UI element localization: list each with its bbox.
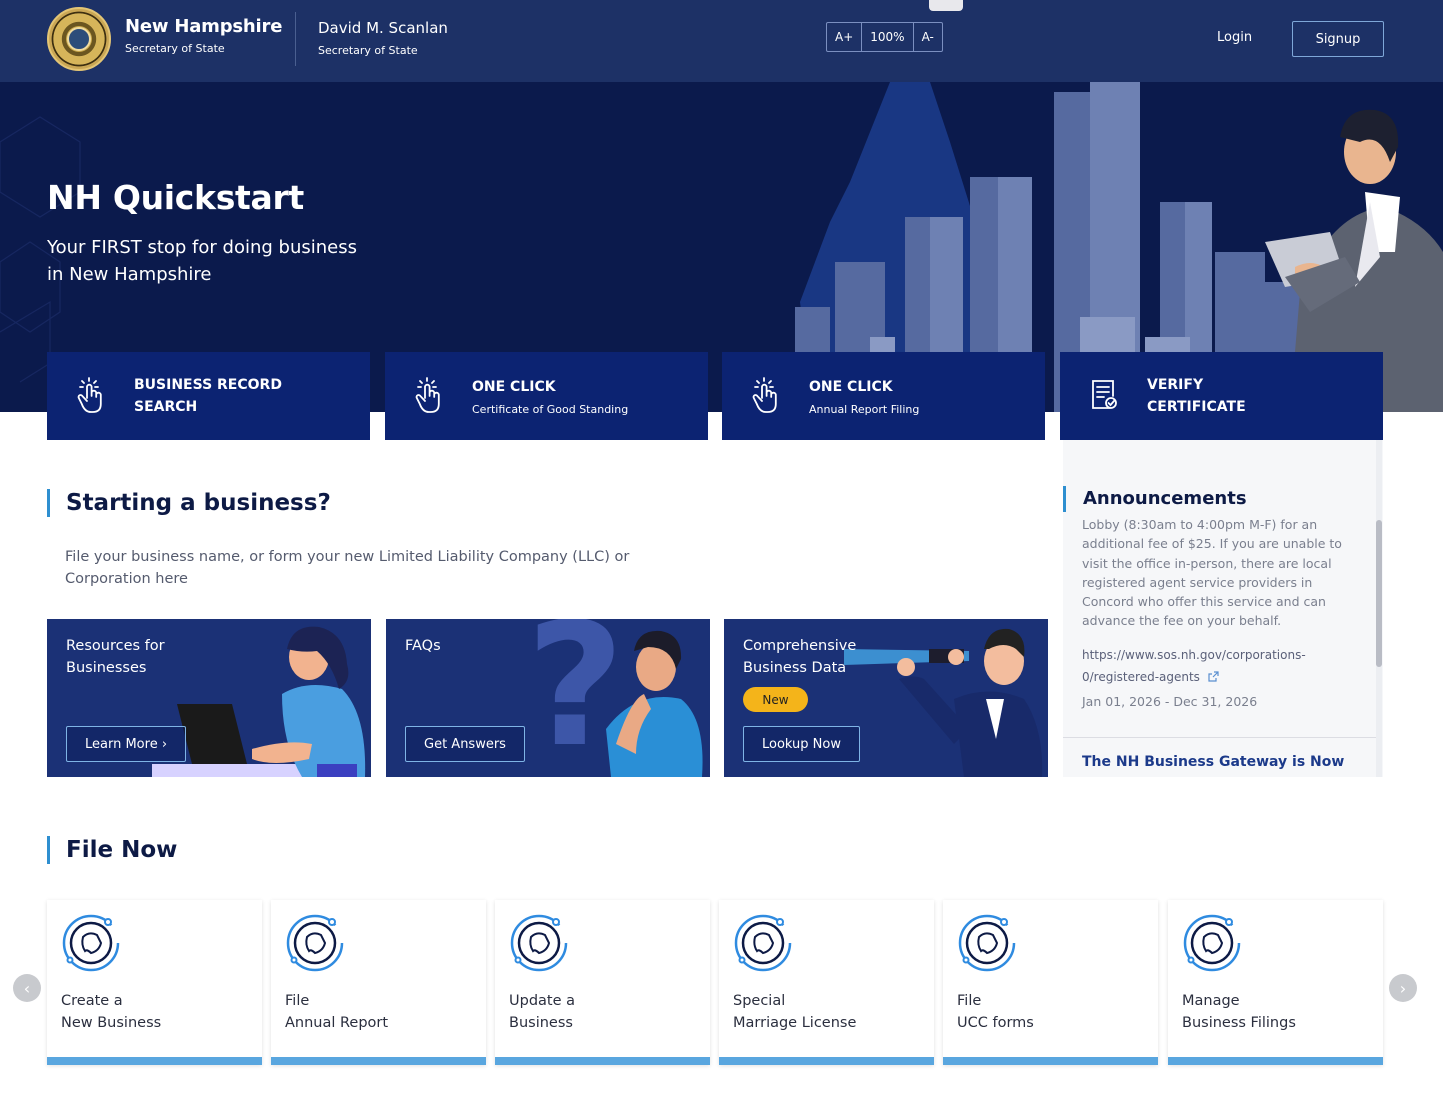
card-accent-bar: [271, 1057, 486, 1065]
quick-card-title: BUSINESS RECORD SEARCH: [134, 377, 282, 415]
card-accent-bar: [943, 1057, 1158, 1065]
file-card-create-business[interactable]: Create a New Business: [47, 900, 262, 1065]
announcement-divider: [1063, 737, 1376, 738]
file-card-line1: Create a: [61, 993, 123, 1009]
file-now-heading: File Now: [47, 836, 177, 864]
file-card-label: File UCC forms: [957, 990, 1034, 1034]
collapse-tab[interactable]: [929, 0, 963, 11]
card-accent-bar: [719, 1057, 934, 1065]
file-card-line1: Manage: [1182, 993, 1240, 1009]
file-card-line1: Special: [733, 993, 786, 1009]
new-badge: New: [743, 687, 808, 712]
file-card-line1: Update a: [509, 993, 576, 1009]
font-size-controls: A+ 100% A-: [826, 22, 943, 52]
faqs-card[interactable]: ? FAQs Get Answers: [386, 619, 710, 777]
business-record-search-card[interactable]: BUSINESS RECORD SEARCH: [47, 352, 370, 440]
quick-card-subtitle: Certificate of Good Standing: [472, 403, 629, 416]
card-accent-bar: [495, 1057, 710, 1065]
business-data-card[interactable]: Comprehensive Business Data New Lookup N…: [724, 619, 1048, 777]
nh-state-circle-icon: [510, 914, 568, 972]
file-card-line2: UCC forms: [957, 1015, 1034, 1031]
file-card-label: Update a Business: [509, 990, 575, 1034]
lookup-now-button[interactable]: Lookup Now: [743, 726, 860, 762]
official-block: David M. Scanlan Secretary of State: [318, 19, 448, 57]
card-accent-bar: [1168, 1057, 1383, 1065]
nh-state-circle-icon: [734, 914, 792, 972]
certificate-icon: [1092, 380, 1117, 409]
brand-subtitle: Secretary of State: [125, 42, 225, 55]
file-card-line2: Marriage License: [733, 1015, 857, 1031]
faqs-label: FAQs: [405, 638, 441, 654]
file-card-label: File Annual Report: [285, 990, 388, 1034]
header-divider: [295, 12, 296, 66]
announcement-body: Lobby (8:30am to 4:00pm M-F) for an addi…: [1082, 517, 1342, 629]
font-increase-button[interactable]: A+: [827, 23, 863, 51]
quick-card-title: ONE CLICK: [472, 379, 556, 395]
nh-state-circle-icon: [286, 914, 344, 972]
hero-title: NH Quickstart: [47, 178, 304, 217]
carousel-prev-button[interactable]: ‹: [13, 974, 41, 1002]
quick-card-title: VERIFY CERTIFICATE: [1147, 377, 1246, 415]
file-card-annual-report[interactable]: File Annual Report: [271, 900, 486, 1065]
quick-card-text: ONE CLICK Annual Report Filing: [809, 376, 919, 416]
nh-state-circle-icon: [958, 914, 1016, 972]
announcement-date: Jan 01, 2026 - Dec 31, 2026: [1082, 694, 1258, 709]
signup-button[interactable]: Signup: [1292, 21, 1384, 57]
starting-business-description: File your business name, or form your ne…: [65, 549, 630, 587]
quick-card-text: ONE CLICK Certificate of Good Standing: [472, 376, 628, 416]
file-card-update-business[interactable]: Update a Business: [495, 900, 710, 1065]
official-title: Secretary of State: [318, 44, 418, 57]
nh-state-seal-logo[interactable]: [47, 7, 111, 71]
nh-state-circle-icon: [62, 914, 120, 972]
tap-hand-icon: [77, 377, 102, 413]
login-link[interactable]: Login: [1217, 30, 1252, 45]
tap-hand-icon: [415, 377, 440, 413]
file-card-marriage-license[interactable]: Special Marriage License: [719, 900, 934, 1065]
resources-label: Resources for Businesses: [66, 638, 165, 676]
announcement-link-text[interactable]: https://www.sos.nh.gov/corporations-0/re…: [1082, 648, 1306, 684]
quick-card-text: VERIFY CERTIFICATE: [1147, 374, 1257, 418]
quick-card-subtitle: Annual Report Filing: [809, 403, 920, 416]
certificate-good-standing-card[interactable]: ONE CLICK Certificate of Good Standing: [385, 352, 708, 440]
font-decrease-button[interactable]: A-: [914, 23, 942, 51]
announcements-panel: Announcements Lobby (8:30am to 4:00pm M-…: [1063, 440, 1383, 777]
carousel-next-button[interactable]: ›: [1389, 974, 1417, 1002]
announcements-heading: Announcements: [1063, 486, 1247, 512]
annual-report-filing-card[interactable]: ONE CLICK Annual Report Filing: [722, 352, 1045, 440]
file-card-line2: Business Filings: [1182, 1015, 1296, 1031]
brand-title: New Hampshire: [125, 16, 283, 37]
external-link-icon: [1208, 671, 1219, 682]
next-announcement-title[interactable]: The NH Business Gateway is Now: [1082, 754, 1344, 770]
file-card-line2: Business: [509, 1015, 573, 1031]
tap-hand-icon: [752, 377, 777, 413]
card-accent-bar: [47, 1057, 262, 1065]
hero-subtitle: Your FIRST stop for doing business in Ne…: [47, 237, 357, 285]
learn-more-button[interactable]: Learn More ›: [66, 726, 187, 762]
verify-certificate-card[interactable]: VERIFY CERTIFICATE: [1060, 352, 1383, 440]
announcements-scrollbar[interactable]: [1376, 520, 1382, 667]
file-card-line1: File: [957, 993, 982, 1009]
file-card-line1: File: [285, 993, 310, 1009]
announcement-link[interactable]: https://www.sos.nh.gov/corporations-0/re…: [1082, 644, 1342, 688]
brand[interactable]: New Hampshire Secretary of State: [125, 16, 282, 55]
resources-card[interactable]: Resources for Businesses Learn More ›: [47, 619, 371, 777]
font-reset-button[interactable]: 100%: [862, 23, 914, 51]
get-answers-button[interactable]: Get Answers: [405, 726, 525, 762]
nh-state-circle-icon: [1183, 914, 1241, 972]
quick-card-text: BUSINESS RECORD SEARCH: [134, 374, 284, 418]
file-card-label: Manage Business Filings: [1182, 990, 1296, 1034]
top-header: New Hampshire Secretary of State David M…: [0, 0, 1443, 82]
file-card-label: Create a New Business: [61, 990, 161, 1034]
file-card-line2: Annual Report: [285, 1015, 389, 1031]
official-name: David M. Scanlan: [318, 19, 448, 37]
file-card-ucc-forms[interactable]: File UCC forms: [943, 900, 1158, 1065]
starting-business-heading: Starting a business?: [47, 489, 331, 517]
file-card-manage-filings[interactable]: Manage Business Filings: [1168, 900, 1383, 1065]
business-data-label: Comprehensive Business Data: [743, 638, 857, 676]
file-card-line2: New Business: [61, 1015, 162, 1031]
file-card-label: Special Marriage License: [733, 990, 856, 1034]
quick-card-title: ONE CLICK: [809, 379, 893, 395]
